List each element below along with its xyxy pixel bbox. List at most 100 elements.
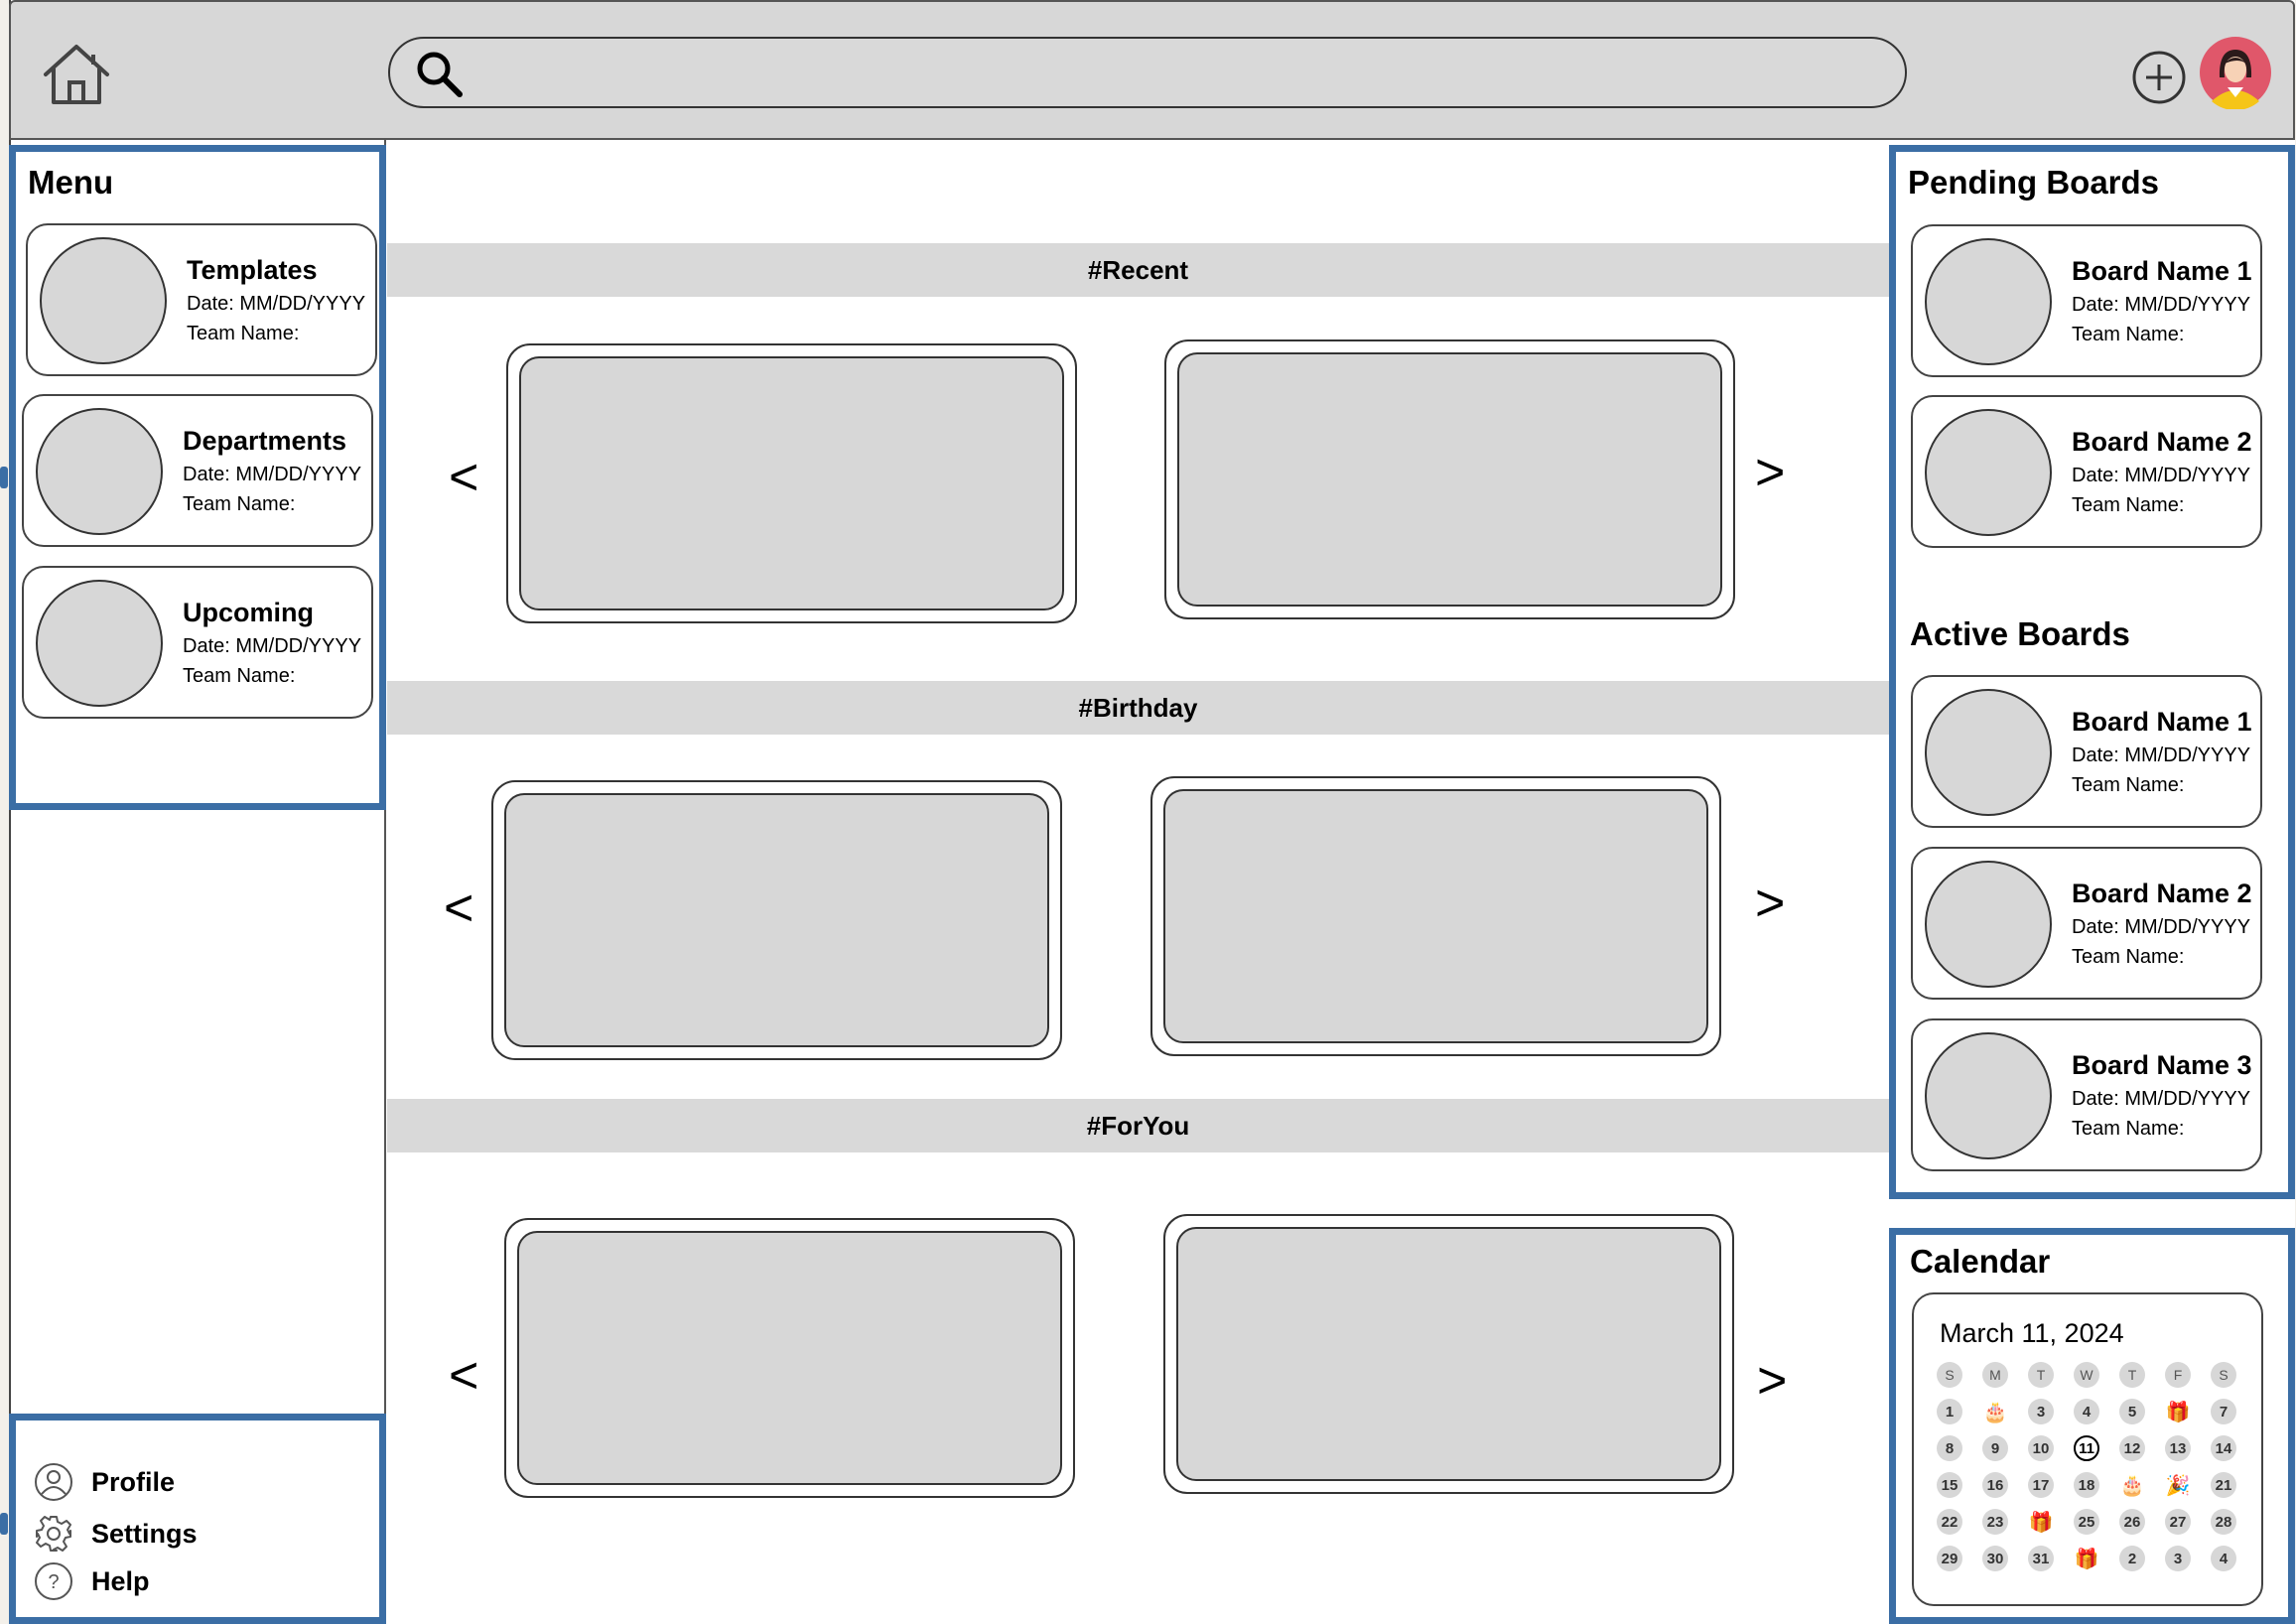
search-bar[interactable]: [388, 37, 1907, 108]
cake-icon[interactable]: 🎂: [1982, 1399, 2008, 1424]
search-input[interactable]: [479, 47, 1869, 98]
help-link[interactable]: ? Help: [34, 1561, 150, 1601]
resize-handle[interactable]: [0, 1513, 8, 1535]
help-label: Help: [91, 1565, 150, 1596]
board-date: Date: MM/DD/YYYY: [2072, 1088, 2251, 1110]
card-image-placeholder: [1163, 789, 1708, 1043]
calendar-day[interactable]: 1: [1937, 1399, 1962, 1424]
prev-arrow[interactable]: <: [449, 1350, 478, 1402]
calendar-day[interactable]: 31: [2028, 1546, 2054, 1571]
home-icon[interactable]: [38, 41, 115, 108]
profile-link[interactable]: Profile: [34, 1462, 175, 1502]
calendar-day[interactable]: 11: [2074, 1435, 2099, 1461]
calendar-day[interactable]: 26: [2119, 1509, 2145, 1535]
calendar-day[interactable]: 23: [1982, 1509, 2008, 1535]
thumbnail: [36, 580, 163, 707]
menu-item-templates[interactable]: Templates Date: MM/DD/YYYY Team Name:: [26, 223, 377, 376]
board-team: Team Name:: [2072, 494, 2185, 516]
calendar-day[interactable]: 3: [2165, 1546, 2191, 1571]
card-image-placeholder: [1177, 352, 1722, 607]
search-icon[interactable]: [414, 49, 466, 100]
calendar-day[interactable]: 7: [2211, 1399, 2236, 1424]
calendar-day[interactable]: 10: [2028, 1435, 2054, 1461]
calendar-day[interactable]: 17: [2028, 1472, 2054, 1498]
next-arrow[interactable]: >: [1755, 447, 1785, 498]
account-menu-panel: Profile Settings ? Help: [9, 1414, 386, 1624]
menu-item-title: Templates: [187, 255, 318, 285]
prev-arrow[interactable]: <: [449, 452, 478, 503]
menu-item-departments[interactable]: Departments Date: MM/DD/YYYY Team Name:: [22, 394, 373, 547]
calendar-day[interactable]: 22: [1937, 1509, 1962, 1535]
settings-label: Settings: [91, 1518, 198, 1549]
gear-icon: [36, 1516, 71, 1552]
carousel-card[interactable]: [504, 1218, 1075, 1498]
calendar-day[interactable]: 3: [2028, 1399, 2054, 1424]
calendar-day[interactable]: 9: [1982, 1435, 2008, 1461]
active-board-card[interactable]: Board Name 1 Date: MM/DD/YYYY Team Name:: [1911, 675, 2262, 828]
prev-arrow[interactable]: <: [444, 882, 473, 934]
carousel-card[interactable]: [1164, 339, 1735, 619]
calendar-day[interactable]: 18: [2074, 1472, 2099, 1498]
party-popper-icon[interactable]: 🎉: [2165, 1472, 2191, 1498]
settings-link[interactable]: Settings: [34, 1514, 198, 1554]
help-icon: ?: [35, 1562, 72, 1600]
next-arrow[interactable]: >: [1757, 1355, 1787, 1407]
next-arrow[interactable]: >: [1755, 878, 1785, 929]
board-team: Team Name:: [2072, 1118, 2185, 1140]
calendar-day[interactable]: 13: [2165, 1435, 2191, 1461]
carousel-card[interactable]: [1150, 776, 1721, 1056]
active-board-card[interactable]: Board Name 3 Date: MM/DD/YYYY Team Name:: [1911, 1018, 2262, 1171]
calendar-day[interactable]: 16: [1982, 1472, 2008, 1498]
calendar-grid: S M T W T F S 1 🎂 3 4 5 🎁 7 8 9 10 11 12 13 14 15 16 17 18 🎂 🎉 21 22…: [1936, 1362, 2243, 1571]
calendar-day[interactable]: 30: [1982, 1546, 2008, 1571]
menu-panel: Menu Templates Date: MM/DD/YYYY Team Nam…: [9, 145, 386, 810]
resize-handle[interactable]: [0, 467, 8, 488]
calendar-weekday: W: [2074, 1362, 2099, 1388]
card-image-placeholder: [517, 1231, 1062, 1485]
calendar-day[interactable]: 14: [2211, 1435, 2236, 1461]
pending-board-card[interactable]: Board Name 2 Date: MM/DD/YYYY Team Name:: [1911, 395, 2262, 548]
calendar-day[interactable]: 5: [2119, 1399, 2145, 1424]
calendar-weekday: F: [2165, 1362, 2191, 1388]
carousel-card[interactable]: [491, 780, 1062, 1060]
menu-item-title: Departments: [183, 426, 347, 456]
calendar-day[interactable]: 4: [2211, 1546, 2236, 1571]
calendar-day[interactable]: 4: [2074, 1399, 2099, 1424]
calendar-day[interactable]: 8: [1937, 1435, 1962, 1461]
calendar-day[interactable]: 21: [2211, 1472, 2236, 1498]
calendar-day[interactable]: 28: [2211, 1509, 2236, 1535]
calendar-day[interactable]: 12: [2119, 1435, 2145, 1461]
card-image-placeholder: [1176, 1227, 1721, 1481]
section-header-foryou: #ForYou: [387, 1099, 1889, 1152]
profile-label: Profile: [91, 1466, 176, 1497]
menu-item-team: Team Name:: [183, 665, 296, 687]
board-title: Board Name 1: [2072, 707, 2252, 737]
board-team: Team Name:: [2072, 946, 2185, 968]
card-image-placeholder: [519, 356, 1064, 610]
add-icon[interactable]: [2129, 48, 2189, 107]
gift-icon[interactable]: 🎁: [2028, 1509, 2054, 1535]
calendar-widget: March 11, 2024 S M T W T F S 1 🎂 3 4 5 🎁 7 8 9 10 11 12 13 1…: [1912, 1292, 2263, 1606]
carousel-card[interactable]: [1163, 1214, 1734, 1494]
calendar-weekday: S: [2211, 1362, 2236, 1388]
calendar-day[interactable]: 29: [1937, 1546, 1962, 1571]
board-title: Board Name 3: [2072, 1050, 2252, 1080]
menu-item-upcoming[interactable]: Upcoming Date: MM/DD/YYYY Team Name:: [22, 566, 373, 719]
user-icon: [35, 1463, 72, 1501]
calendar-day[interactable]: 2: [2119, 1546, 2145, 1571]
cake-icon[interactable]: 🎂: [2119, 1472, 2145, 1498]
pending-board-card[interactable]: Board Name 1 Date: MM/DD/YYYY Team Name:: [1911, 224, 2262, 377]
calendar-day[interactable]: 25: [2074, 1509, 2099, 1535]
active-board-card[interactable]: Board Name 2 Date: MM/DD/YYYY Team Name:: [1911, 847, 2262, 1000]
section-header-recent: #Recent: [387, 243, 1889, 297]
menu-item-date: Date: MM/DD/YYYY: [187, 293, 366, 315]
menu-item-date: Date: MM/DD/YYYY: [183, 635, 362, 657]
gift-icon[interactable]: 🎁: [2165, 1399, 2191, 1424]
gift-icon[interactable]: 🎁: [2074, 1546, 2099, 1571]
calendar-day[interactable]: 15: [1937, 1472, 1962, 1498]
calendar-day[interactable]: 27: [2165, 1509, 2191, 1535]
avatar[interactable]: [2199, 36, 2272, 109]
carousel-card[interactable]: [506, 343, 1077, 623]
boards-panel: Pending Boards Board Name 1 Date: MM/DD/…: [1889, 145, 2295, 1199]
calendar-current-date: March 11, 2024: [1940, 1318, 2124, 1348]
